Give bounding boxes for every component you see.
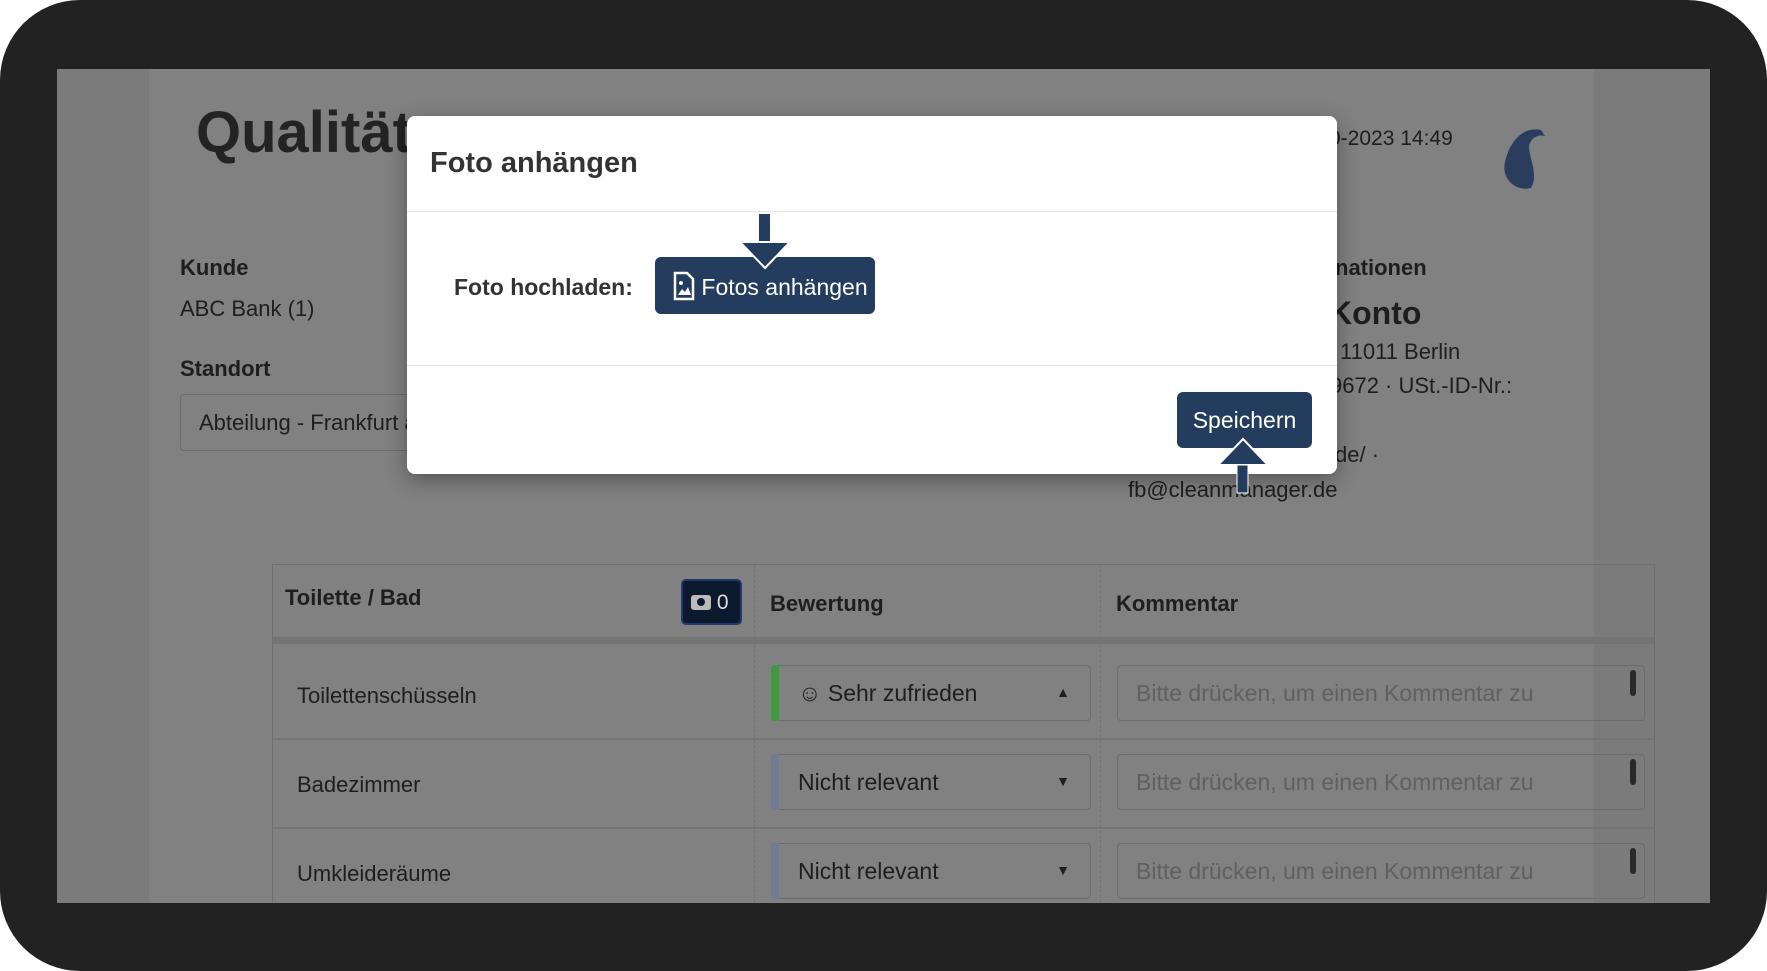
modal-title: Foto anhängen [430,147,638,179]
comment-placeholder: Bitte drücken, um einen Kommentar zu [1136,858,1534,884]
feather-logo-icon [1504,129,1545,189]
arrow-down-icon [738,214,792,270]
rating-color-bar [771,843,779,899]
comment-input[interactable]: Bitte drücken, um einen Kommentar zu [1117,843,1645,899]
scrollbar[interactable] [1630,848,1636,874]
table-header: Toilette / Bad 0 Bewertung Kommentar [273,565,1654,644]
table-row: Umkleideräume Nicht relevant ▼ Bitte drü… [273,829,1654,903]
address: 11011 Berlin [1340,339,1461,364]
rating-select[interactable]: ☺ Sehr zufrieden ▲ [771,665,1091,721]
rating-color-bar [771,754,779,810]
checklist-table: Toilette / Bad 0 Bewertung Kommentar Toi… [272,564,1655,903]
rating-value: Nicht relevant [798,769,939,795]
table-row: Toilettenschüsseln ☺ Sehr zufrieden ▲ Bi… [273,651,1654,740]
tax-info: 9672 · USt.-ID-Nr.: [1330,373,1513,398]
column-header-comment: Kommentar [1116,591,1239,616]
photo-count-button[interactable]: 0 [681,579,742,625]
comment-placeholder: Bitte drücken, um einen Kommentar zu [1136,680,1534,706]
scrollbar[interactable] [1630,670,1636,696]
photo-attach-modal: Foto anhängen Foto hochladen: Fotos anhä… [407,116,1337,474]
column-header-rating: Bewertung [770,591,884,616]
rating-value: Nicht relevant [798,858,939,884]
caret-down-icon: ▼ [1056,773,1070,789]
attach-photos-label: Fotos anhängen [701,273,868,300]
customer-value: ABC Bank (1) [180,296,315,321]
rating-color-bar [771,665,779,721]
datetime: 0-2023 14:49 [1329,127,1453,150]
comment-input[interactable]: Bitte drücken, um einen Kommentar zu [1117,754,1645,810]
smiley-icon: ☺ [798,680,828,706]
comment-input[interactable]: Bitte drücken, um einen Kommentar zu [1117,665,1645,721]
info-heading: nationen [1335,255,1427,280]
rating-value: Sehr zufrieden [827,680,978,706]
caret-up-icon: ▲ [1056,684,1070,700]
table-row: Badezimmer Nicht relevant ▼ Bitte drücke… [273,740,1654,829]
row-name: Toilettenschüsseln [297,683,477,708]
image-file-icon [673,271,695,300]
row-name: Umkleideräume [297,861,452,886]
upload-label: Foto hochladen: [454,274,633,300]
scrollbar[interactable] [1630,759,1636,785]
rating-select[interactable]: Nicht relevant ▼ [771,843,1091,899]
comment-placeholder: Bitte drücken, um einen Kommentar zu [1136,769,1534,795]
divider [407,365,1337,366]
location-label: Standort [180,356,271,381]
row-name: Badezimmer [297,772,421,797]
arrow-up-icon [1216,437,1270,494]
company-name: Konto [1329,295,1422,331]
photo-count: 0 [716,591,729,614]
caret-down-icon: ▼ [1056,862,1070,878]
camera-icon [691,595,711,610]
customer-label: Kunde [180,255,249,280]
section-title: Toilette / Bad [285,585,422,610]
rating-select[interactable]: Nicht relevant ▼ [771,754,1091,810]
website: de/ · [1335,442,1380,467]
divider [407,211,1337,212]
